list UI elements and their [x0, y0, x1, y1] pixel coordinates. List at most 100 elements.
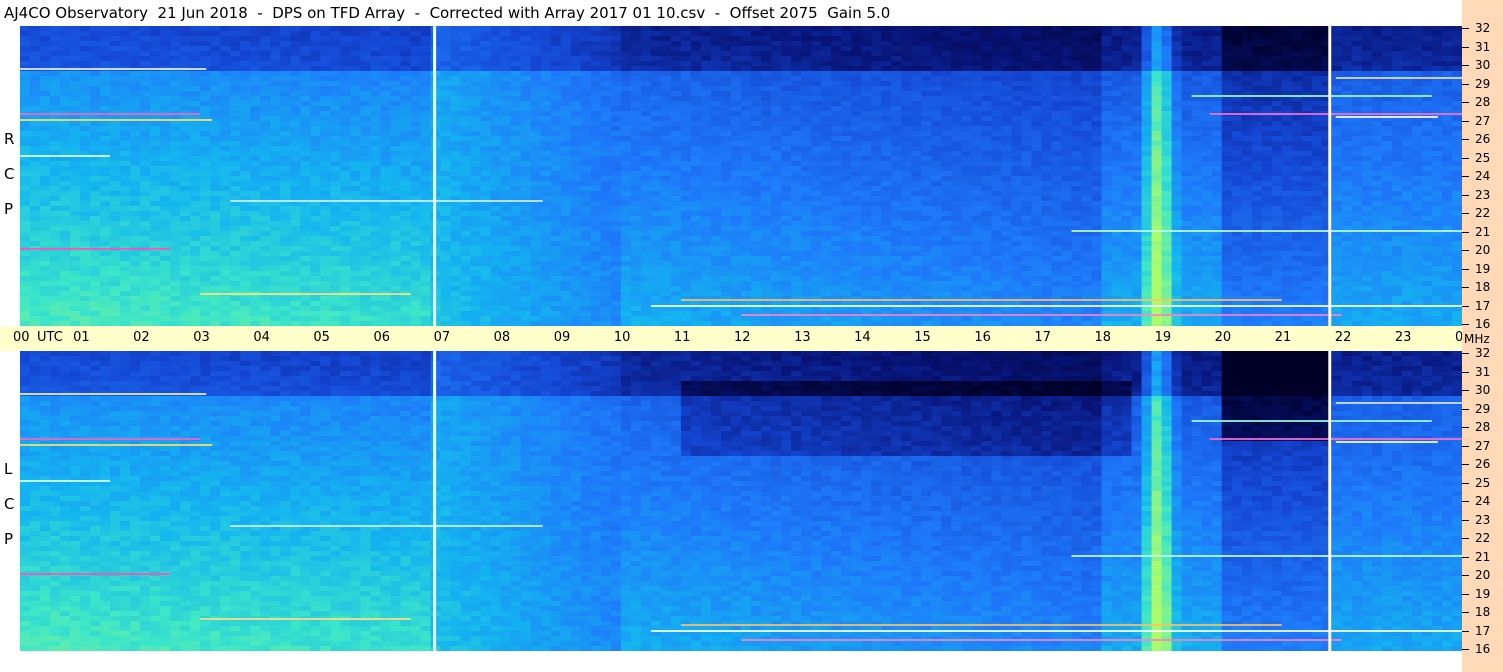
heatmap-cell [410, 131, 422, 137]
heatmap-cell [751, 156, 762, 162]
heatmap-cell [270, 161, 281, 167]
heatmap-cell [630, 26, 642, 32]
heatmap-cell [991, 136, 1002, 142]
heatmap-cell [911, 81, 922, 87]
heatmap-cell [1001, 161, 1012, 167]
heatmap-cell [1431, 131, 1443, 137]
heatmap-cell [1061, 91, 1073, 97]
heatmap-cell [180, 41, 191, 47]
heatmap-cell [140, 61, 151, 67]
heatmap-cell [1191, 121, 1203, 127]
heatmap-cell [200, 176, 211, 182]
heatmap-cell [560, 31, 572, 37]
heatmap-cell [1031, 116, 1043, 122]
heatmap-cell [370, 191, 382, 197]
heatmap-cell [1071, 86, 1083, 92]
heatmap-cell [270, 136, 281, 142]
heatmap-cell [350, 106, 362, 112]
heatmap-cell [530, 146, 542, 152]
heatmap-cell [720, 136, 732, 142]
heatmap-cell [440, 116, 452, 122]
heatmap-cell [300, 191, 311, 197]
heatmap-cell [100, 86, 111, 92]
heatmap-cell [160, 71, 171, 77]
heatmap-cell [991, 111, 1002, 117]
heatmap-cell [190, 31, 201, 37]
heatmap-cell [490, 141, 502, 147]
heatmap-cell [510, 26, 522, 32]
heatmap-cell [70, 131, 81, 137]
heatmap-cell [771, 66, 782, 72]
heatmap-cell [1151, 91, 1163, 97]
heatmap-cell [540, 116, 552, 122]
heatmap-cell [260, 136, 271, 142]
heatmap-cell [1201, 51, 1213, 57]
heatmap-cell [20, 196, 31, 202]
heatmap-cell [901, 131, 912, 137]
heatmap-cell [110, 31, 121, 37]
heatmap-cell [1381, 121, 1393, 127]
heatmap-cell [1011, 36, 1022, 42]
heatmap-cell [941, 31, 952, 37]
heatmap-cell [80, 176, 91, 182]
heatmap-cell [1411, 61, 1423, 67]
heatmap-cell [510, 116, 522, 122]
heatmap-cell [861, 101, 872, 107]
heatmap-cell [941, 46, 952, 52]
heatmap-cell [690, 181, 702, 187]
heatmap-cell [700, 121, 712, 127]
heatmap-cell [1091, 56, 1103, 62]
heatmap-cell [300, 51, 311, 57]
heatmap-cell [791, 66, 802, 72]
heatmap-cell [490, 151, 502, 157]
heatmap-cell [1441, 171, 1453, 177]
heatmap-cell [841, 76, 852, 82]
heatmap-cell [110, 166, 121, 172]
heatmap-cell [620, 46, 632, 52]
heatmap-cell [460, 61, 472, 67]
heatmap-cell [801, 186, 812, 192]
heatmap-cell [130, 51, 141, 57]
heatmap-cell [761, 136, 772, 142]
heatmap-cell [1211, 71, 1223, 77]
heatmap-cell [851, 56, 862, 62]
heatmap-cell [971, 191, 982, 197]
heatmap-cell [510, 156, 522, 162]
heatmap-cell [1431, 91, 1443, 97]
heatmap-cell [20, 76, 31, 82]
heatmap-cell [670, 126, 682, 132]
heatmap-cell [1171, 56, 1183, 62]
heatmap-cell [580, 131, 592, 137]
heatmap-cell [1031, 146, 1043, 152]
heatmap-cell [320, 71, 332, 77]
heatmap-cell [140, 56, 151, 62]
heatmap-cell [881, 176, 892, 182]
heatmap-cell [670, 176, 682, 182]
heatmap-cell [821, 126, 832, 132]
heatmap-cell [150, 141, 161, 147]
heatmap-cell [1421, 146, 1433, 152]
heatmap-cell [400, 161, 412, 167]
heatmap-cell [951, 171, 962, 177]
heatmap-cell [1011, 196, 1022, 202]
heatmap-cell [280, 96, 291, 102]
heatmap-cell [390, 66, 402, 72]
heatmap-cell [40, 196, 51, 202]
heatmap-cell [1061, 76, 1073, 82]
heatmap-cell [1061, 146, 1073, 152]
heatmap-cell [1151, 111, 1163, 117]
heatmap-cell [210, 71, 221, 77]
heatmap-cell [961, 26, 972, 32]
heatmap-cell [781, 31, 792, 37]
heatmap-cell [931, 36, 942, 42]
heatmap-cell [1351, 176, 1363, 182]
heatmap-cell [1031, 176, 1043, 182]
heatmap-cell [650, 51, 662, 57]
heatmap-cell [280, 26, 291, 32]
heatmap-cell [200, 171, 211, 177]
heatmap-cell [1061, 86, 1073, 92]
heatmap-cell [230, 141, 241, 147]
heatmap-cell [1441, 31, 1453, 37]
heatmap-cell [881, 161, 892, 167]
heatmap-cell [420, 61, 432, 67]
